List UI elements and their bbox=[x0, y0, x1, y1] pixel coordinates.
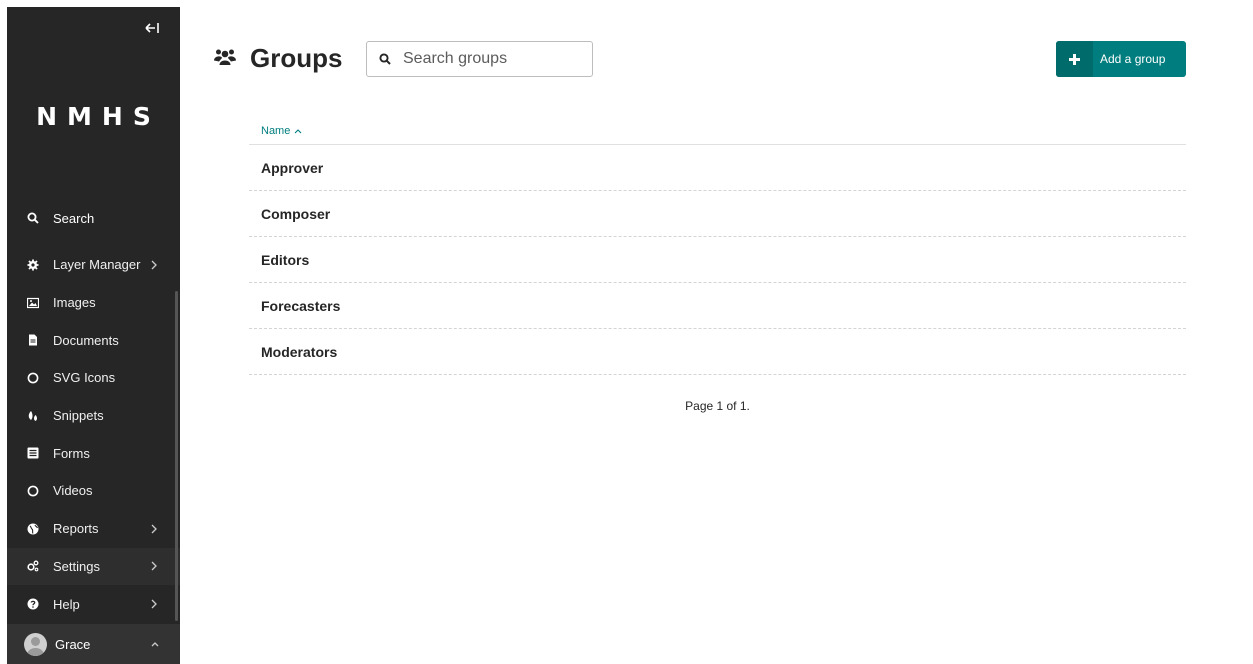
search-icon bbox=[379, 53, 391, 65]
sidebar-item-forms[interactable]: Forms bbox=[7, 434, 180, 472]
sidebar-item-label: Documents bbox=[53, 332, 119, 348]
add-group-label: Add a group bbox=[1100, 52, 1166, 66]
sidebar-item-help[interactable]: Help bbox=[7, 585, 180, 623]
sidebar-scrollbar[interactable] bbox=[175, 291, 178, 621]
column-header-name[interactable]: Name bbox=[249, 117, 1186, 145]
sidebar-item-images[interactable]: Images bbox=[7, 284, 180, 322]
search-icon bbox=[27, 212, 39, 224]
table-row[interactable]: Forecasters bbox=[249, 283, 1186, 329]
chevron-up-icon bbox=[151, 642, 159, 647]
chevron-right-icon bbox=[151, 260, 157, 270]
search-groups-input[interactable] bbox=[403, 50, 583, 68]
sidebar-search[interactable]: Search bbox=[7, 204, 180, 232]
chevron-right-icon bbox=[151, 561, 157, 571]
column-header-label: Name bbox=[261, 124, 291, 137]
sidebar-item-label: Layer Manager bbox=[53, 257, 141, 273]
chevron-right-icon bbox=[151, 599, 157, 609]
sidebar-item-reports[interactable]: Reports bbox=[7, 510, 180, 548]
sidebar-item-snippets[interactable]: Snippets bbox=[7, 397, 180, 435]
account-name: Grace bbox=[55, 636, 91, 652]
image-icon bbox=[27, 297, 39, 309]
site-logo[interactable]: NMHS bbox=[7, 102, 180, 131]
plus-icon bbox=[1056, 41, 1093, 77]
sidebar: NMHS Search Layer Manager Images Documen… bbox=[7, 7, 180, 664]
help-icon bbox=[27, 598, 39, 610]
sidebar-item-settings[interactable]: Settings bbox=[7, 547, 180, 586]
collapse-sidebar-icon[interactable] bbox=[143, 19, 161, 37]
sidebar-item-label: Videos bbox=[53, 483, 93, 499]
sidebar-item-label: SVG Icons bbox=[53, 370, 116, 386]
circle-icon bbox=[27, 372, 39, 384]
cogs-icon bbox=[27, 560, 39, 572]
group-icon bbox=[214, 48, 236, 68]
sidebar-item-layer-manager[interactable]: Layer Manager bbox=[7, 246, 180, 284]
circle-icon bbox=[27, 485, 39, 497]
sidebar-item-label: Forms bbox=[53, 445, 90, 461]
group-name-link[interactable]: Forecasters bbox=[261, 298, 340, 314]
snippet-icon bbox=[27, 410, 39, 422]
sidebar-item-label: Snippets bbox=[53, 408, 104, 424]
sort-ascending-icon bbox=[294, 128, 302, 133]
sidebar-item-svg-icons[interactable]: SVG Icons bbox=[7, 359, 180, 397]
search-groups-box[interactable] bbox=[366, 41, 593, 77]
sidebar-item-videos[interactable]: Videos bbox=[7, 472, 180, 510]
globe-icon bbox=[27, 523, 39, 535]
form-icon bbox=[27, 447, 39, 459]
group-name-link[interactable]: Editors bbox=[261, 252, 309, 268]
sidebar-item-label: Help bbox=[53, 596, 80, 612]
sidebar-item-documents[interactable]: Documents bbox=[7, 321, 180, 359]
chevron-right-icon bbox=[151, 524, 157, 534]
group-name-link[interactable]: Moderators bbox=[261, 344, 337, 360]
pagination-info: Page 1 of 1. bbox=[685, 399, 750, 413]
groups-table: Name Approver Composer Editors Forecaste… bbox=[249, 117, 1186, 375]
gear-icon bbox=[27, 259, 39, 271]
group-name-link[interactable]: Composer bbox=[261, 206, 330, 222]
page-title: Groups bbox=[250, 43, 343, 73]
sidebar-item-label: Images bbox=[53, 295, 96, 311]
sidebar-search-label: Search bbox=[53, 210, 95, 226]
table-row[interactable]: Composer bbox=[249, 191, 1186, 237]
sidebar-item-label: Reports bbox=[53, 521, 99, 537]
document-icon bbox=[27, 334, 39, 346]
group-name-link[interactable]: Approver bbox=[261, 160, 323, 176]
account-menu[interactable]: Grace bbox=[7, 624, 180, 664]
avatar bbox=[24, 632, 47, 656]
table-row[interactable]: Editors bbox=[249, 237, 1186, 283]
add-group-button[interactable]: Add a group bbox=[1056, 41, 1186, 77]
table-row[interactable]: Moderators bbox=[249, 329, 1186, 375]
table-row[interactable]: Approver bbox=[249, 145, 1186, 191]
sidebar-nav: Layer Manager Images Documents SVG Icons bbox=[7, 246, 180, 623]
sidebar-item-label: Settings bbox=[53, 558, 100, 574]
